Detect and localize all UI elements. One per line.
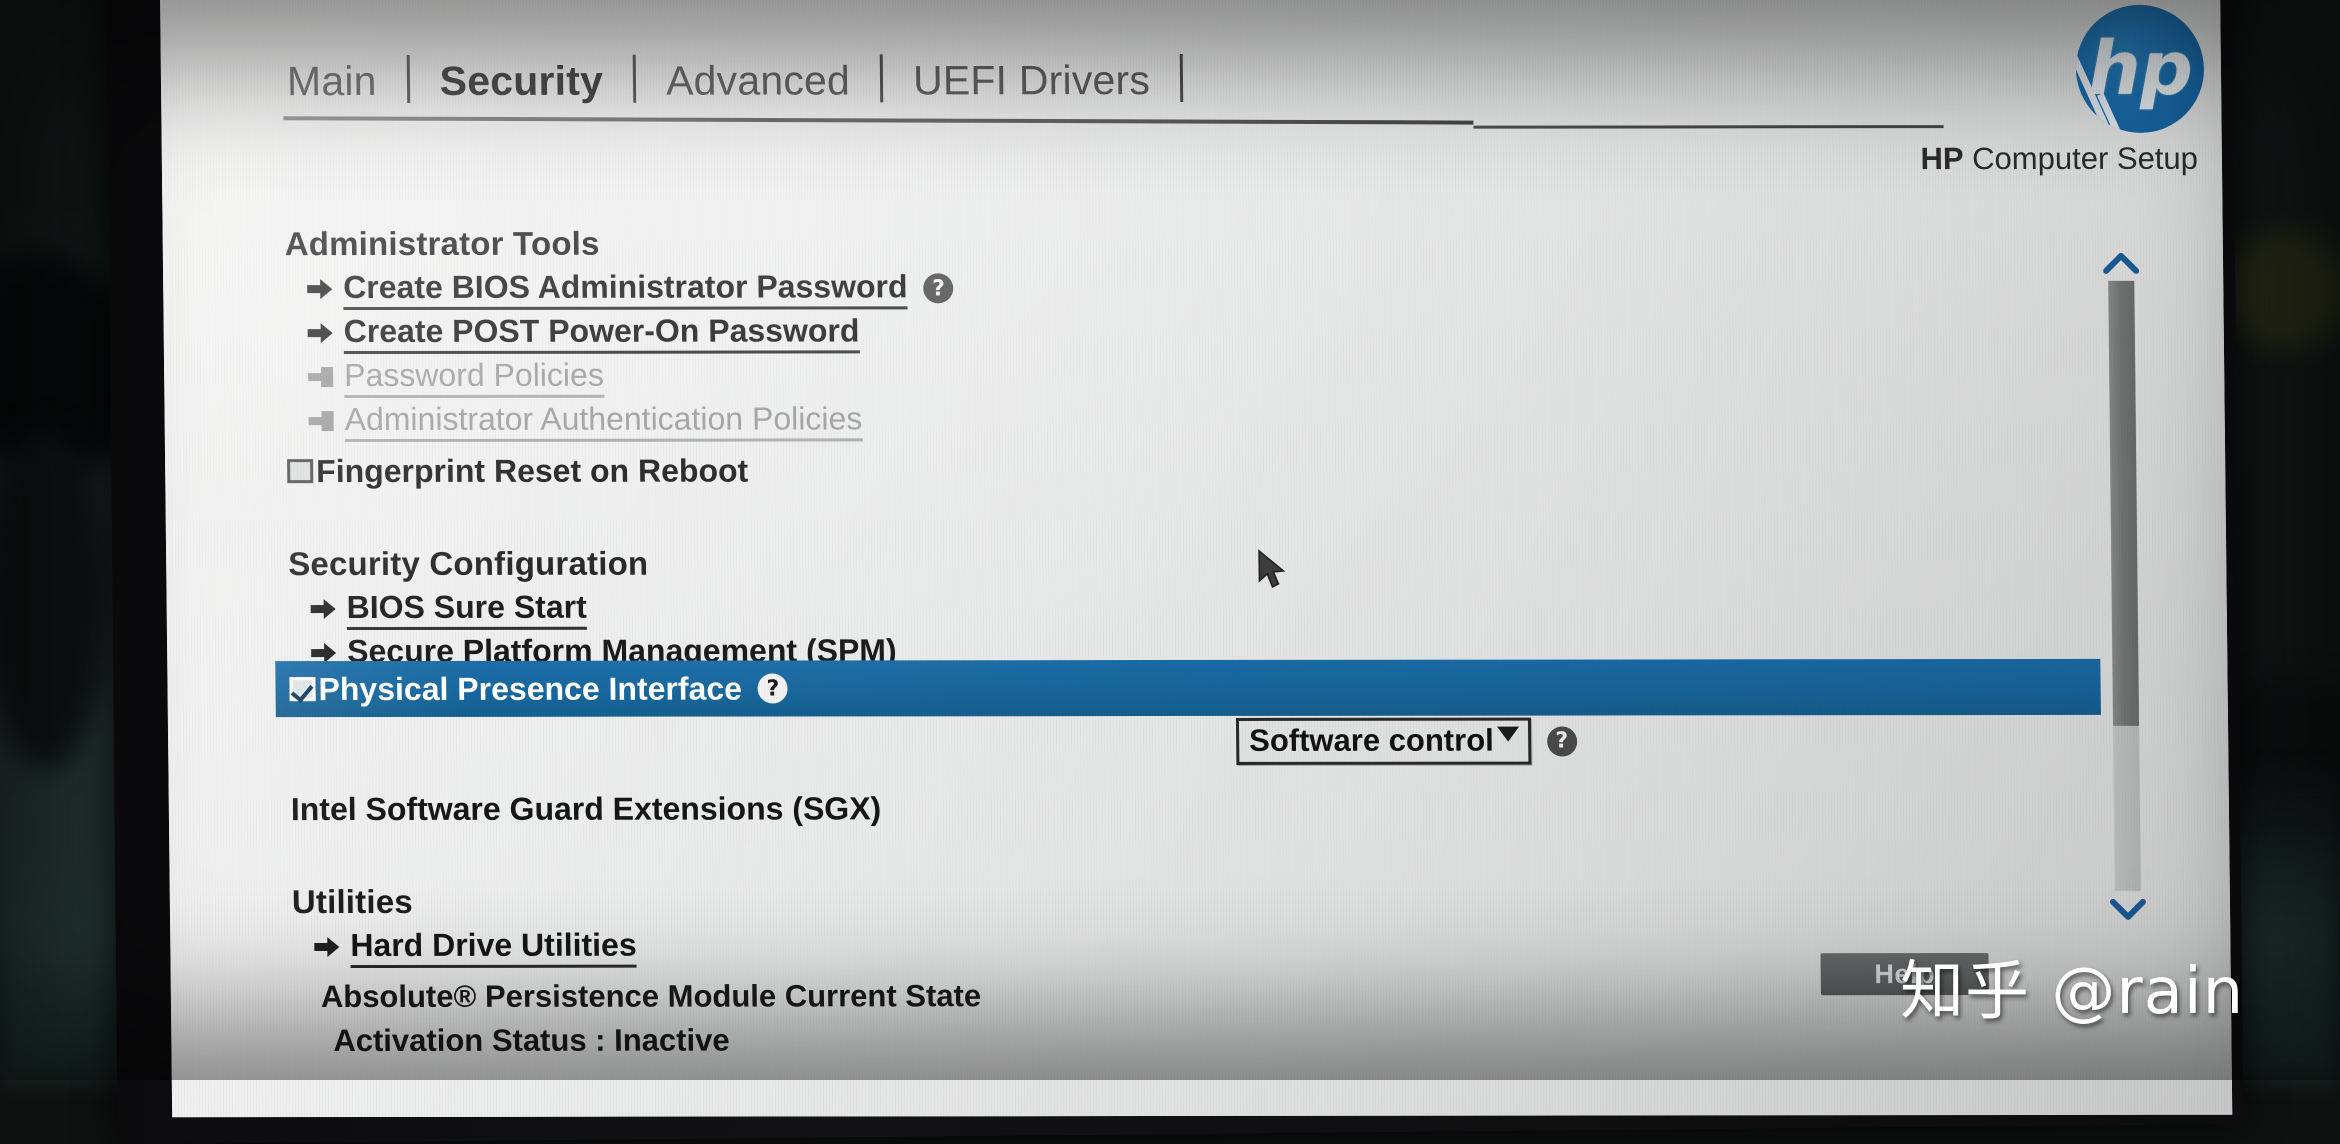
chevron-up-icon[interactable] (2103, 251, 2139, 275)
background-object (0, 430, 110, 770)
group-title-administrator-tools: Administrator Tools (285, 223, 2105, 263)
setting-label: Administrator Authentication Policies (344, 400, 862, 442)
sgx-dropdown[interactable]: Software control (1236, 718, 1531, 765)
tab-security[interactable]: Security (409, 58, 633, 111)
vertical-scrollbar[interactable] (2101, 251, 2148, 921)
help-icon[interactable]: ? (1547, 726, 1577, 756)
help-icon[interactable]: ? (923, 273, 953, 303)
setting-label[interactable]: Physical Presence Interface (318, 670, 742, 708)
arrow-right-icon (309, 408, 337, 434)
setting-row-physical-presence-interface-selected[interactable]: Physical Presence Interface ? (275, 659, 2101, 717)
setting-row-bios-sure-start[interactable]: BIOS Sure Start (288, 585, 2109, 631)
page-title-text: Computer Setup (1972, 141, 2198, 176)
setting-label[interactable]: Create BIOS Administrator Password (343, 268, 908, 310)
main-tab-bar[interactable]: Main Security Advanced UEFI Drivers (283, 54, 1414, 111)
setting-label: Password Policies (344, 356, 604, 397)
tab-uefi-drivers[interactable]: UEFI Drivers (883, 57, 1181, 110)
setting-row-create-bios-administrator-password[interactable]: Create BIOS Administrator Password ? (285, 265, 2106, 311)
chevron-down-icon[interactable] (2110, 897, 2146, 921)
setting-label[interactable]: Fingerprint Reset on Reboot (316, 452, 748, 490)
hp-logo-letters: hp (2075, 5, 2204, 133)
setting-row-administrator-authentication-policies: Administrator Authentication Policies (286, 397, 2107, 443)
tab-bar-underline (283, 116, 1473, 124)
watermark: 知乎 @rain (1900, 940, 2244, 1032)
arrow-right-icon (311, 596, 339, 622)
info-label: Activation Status : Inactive (333, 1023, 730, 1059)
setting-label[interactable]: BIOS Sure Start (346, 588, 587, 629)
group-title-utilities: Utilities (292, 881, 2112, 921)
arrow-right-icon (308, 320, 336, 346)
checkbox-icon[interactable] (287, 459, 313, 483)
tab-separator (1180, 54, 1184, 102)
header-divider (1474, 125, 1944, 129)
page-title: HP Computer Setup (1920, 141, 2198, 177)
setting-row-fingerprint-reset-on-reboot[interactable]: Fingerprint Reset on Reboot (287, 447, 2108, 493)
info-row-activation-status: Activation Status : Inactive (293, 1017, 2114, 1063)
settings-list: Administrator Tools Create BIOS Administ… (285, 223, 2114, 1063)
arrow-right-icon (308, 364, 336, 390)
arrow-right-icon (314, 934, 342, 960)
scrollbar-thumb[interactable] (2108, 281, 2139, 726)
group-title-security-configuration: Security Configuration (288, 543, 2108, 583)
setting-row-create-post-power-on-password[interactable]: Create POST Power-On Password (285, 309, 2106, 355)
sgx-control-group[interactable]: Software control ? (1236, 718, 1577, 765)
help-icon[interactable]: ? (758, 673, 788, 703)
chevron-down-icon (1497, 727, 1519, 742)
sgx-dropdown-value: Software control (1249, 723, 1494, 758)
arrow-right-icon (307, 276, 335, 302)
setting-label[interactable]: Create POST Power-On Password (343, 312, 859, 354)
info-label: Absolute® Persistence Module Current Sta… (321, 978, 982, 1015)
hp-logo: hp (2075, 5, 2204, 133)
setting-row-intel-sgx[interactable]: Intel Software Guard Extensions (SGX) (291, 785, 2112, 831)
tab-main[interactable]: Main (283, 58, 407, 111)
setting-label[interactable]: Hard Drive Utilities (350, 926, 637, 967)
setting-label: Intel Software Guard Extensions (SGX) (291, 790, 882, 828)
background-object (2220, 230, 2340, 350)
tab-advanced[interactable]: Advanced (636, 57, 881, 110)
setting-row-password-policies: Password Policies (286, 353, 2107, 399)
mouse-pointer-icon (1256, 549, 1290, 593)
scrollbar-track[interactable] (2108, 281, 2141, 891)
checkbox-icon[interactable] (289, 677, 315, 701)
